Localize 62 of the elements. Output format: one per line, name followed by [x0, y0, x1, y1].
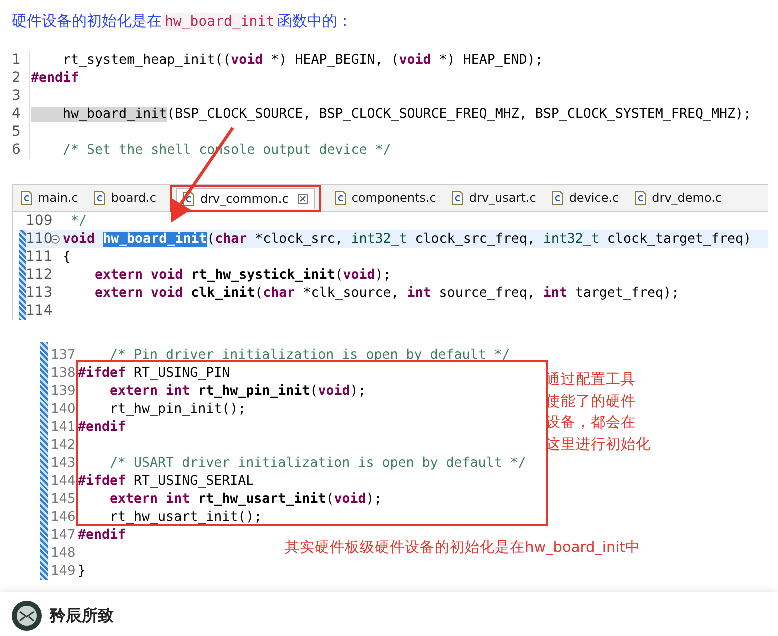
code-line: extern int rt_hw_usart_init(void);: [109, 492, 382, 506]
file-icon: [552, 191, 564, 205]
line-number: 142: [51, 438, 75, 452]
author-name[interactable]: 矜辰所致: [50, 606, 114, 626]
code-line: {: [63, 250, 72, 264]
line-number: 110: [26, 231, 51, 247]
line-number: 137: [51, 348, 75, 362]
code-line: */: [70, 214, 88, 228]
line-number: 4: [0, 105, 30, 123]
file-icon: [452, 191, 464, 205]
code-line: #endif: [78, 420, 126, 434]
code-line: /* USART driver initialization is open by default */: [109, 456, 526, 470]
code-line: }: [78, 564, 86, 578]
file-icon: [635, 191, 648, 205]
line-number: 139: [51, 384, 75, 398]
avatar-icon[interactable]: [12, 601, 42, 631]
line-number: 109: [26, 213, 51, 229]
code-line: #ifdef RT_USING_SERIAL: [78, 474, 254, 488]
line-number: 138: [51, 366, 75, 380]
code-line: rt_hw_pin_init();: [109, 402, 246, 416]
line-number: 148: [51, 546, 75, 560]
line-number: 1: [0, 51, 30, 69]
line-number: 3: [0, 87, 30, 105]
file-icon: [21, 191, 33, 205]
code-line: extern void clk_init(char *clk_source, int source_freq, int target_freq);: [94, 286, 680, 300]
annotation-note: 其实硬件板级硬件设备的初始化是在hw_board_init中: [285, 538, 640, 557]
line-number: 140: [51, 402, 75, 416]
file-tab[interactable]: board.c: [92, 188, 158, 208]
code-line: extern void rt_hw_systick_init(void);: [94, 268, 392, 282]
code-line: #endif: [78, 528, 126, 542]
code-line: #ifdef RT_USING_PIN: [78, 366, 230, 380]
line-number: 114: [26, 303, 51, 319]
code-line: extern int rt_hw_pin_init(void);: [109, 384, 366, 398]
line-number: 149: [51, 564, 75, 578]
file-tab[interactable]: device.c: [550, 188, 622, 208]
line-number: 143: [51, 456, 75, 470]
file-tab[interactable]: drv_common.c: [176, 188, 315, 208]
file-icon: [94, 191, 106, 205]
line-number: 2: [0, 69, 30, 87]
line-number: 111: [26, 249, 51, 265]
code-line: hw_board_init(BSP_CLOCK_SOURCE, BSP_CLOCK_SOURCE_FREQ_MHZ, BSP_CLOCK_SYSTEM_FREQ_MHZ);: [30, 106, 752, 122]
code-line: rt_system_heap_init((void *) HEAP_BEGIN, (void *) HEAP_END);: [62, 52, 544, 68]
code-line: #endif: [30, 70, 80, 86]
line-number: 147: [51, 528, 75, 542]
line-number: 6: [0, 141, 30, 159]
close-icon[interactable]: [298, 194, 308, 204]
line-number: 144: [51, 474, 75, 488]
line-number: 112: [26, 267, 51, 283]
line-number: 113: [26, 285, 51, 301]
line-number: 5: [0, 123, 30, 141]
line-number: 141: [51, 420, 75, 434]
line-number: 146: [51, 510, 75, 524]
code-line: void hw_board_init(char *clock_src, int32_t clock_src_freq, int32_t clock_target_freq): [63, 232, 752, 246]
line-number: 145: [51, 492, 75, 506]
file-tab[interactable]: main.c: [19, 188, 80, 208]
file-tab[interactable]: components.c: [332, 188, 438, 208]
file-tab[interactable]: drv_demo.c: [633, 188, 724, 208]
intro-sentence: 硬件设备的初始化是在 hw_board_init 函数中的：: [11, 11, 354, 33]
file-tab[interactable]: drv_usart.c: [450, 188, 538, 208]
file-icon: [334, 191, 347, 205]
code-line: rt_hw_usart_init();: [109, 510, 262, 524]
collapse-icon[interactable]: [51, 234, 60, 244]
